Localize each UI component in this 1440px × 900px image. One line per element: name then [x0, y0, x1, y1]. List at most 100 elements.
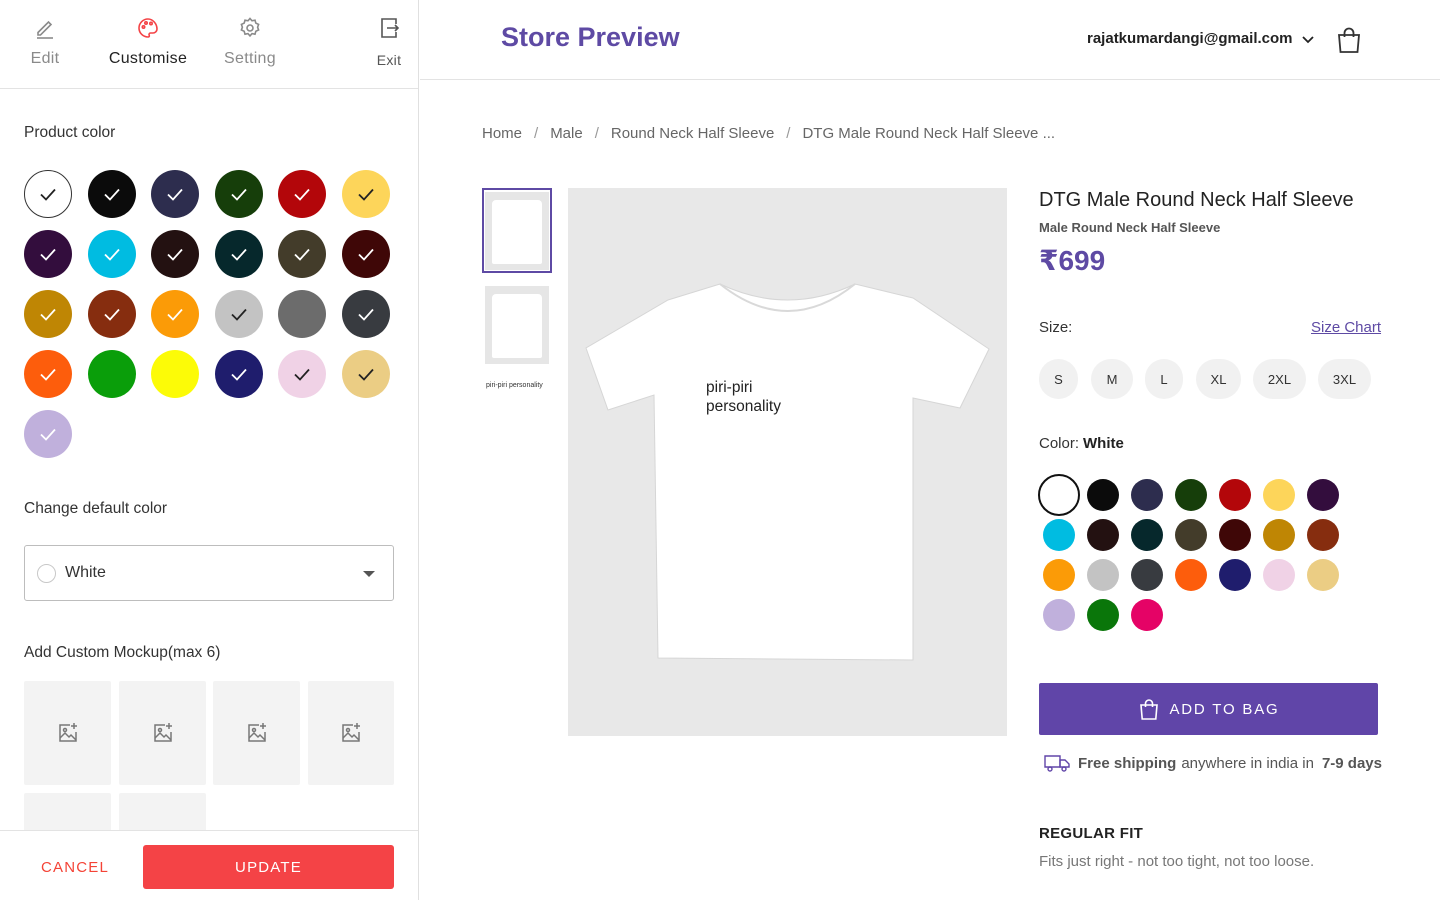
product-price: ₹699 — [1039, 245, 1106, 276]
color-option[interactable] — [1263, 519, 1295, 551]
size-option[interactable]: L — [1145, 359, 1183, 399]
add-to-bag-label: ADD TO BAG — [1169, 700, 1280, 718]
color-option[interactable] — [1307, 479, 1339, 511]
update-button[interactable]: UPDATE — [143, 845, 394, 889]
shipping-text: anywhere in india in — [1181, 754, 1314, 772]
chevron-down-icon — [1301, 35, 1314, 43]
tab-edit[interactable]: Edit — [27, 16, 63, 68]
size-label: Size: — [1039, 319, 1073, 336]
mockup-upload-slot[interactable] — [213, 681, 300, 785]
breadcrumb-male[interactable]: Male — [550, 125, 583, 142]
breadcrumb-separator: / — [594, 125, 599, 142]
mockup-upload-slot[interactable] — [119, 793, 206, 830]
mockup-upload-slot[interactable] — [119, 681, 206, 785]
color-option[interactable] — [1087, 479, 1119, 511]
color-option[interactable] — [1219, 559, 1251, 591]
product-color-swatch[interactable] — [87, 350, 136, 398]
color-option[interactable] — [1219, 479, 1251, 511]
product-color-swatch[interactable] — [87, 230, 136, 278]
panel-tabs: Edit Customise Setting Exit — [0, 0, 418, 89]
product-color-swatch[interactable] — [151, 350, 199, 398]
color-option[interactable] — [1043, 559, 1075, 591]
product-color-title: Product color — [24, 124, 116, 141]
preview-header: Store Preview rajatkumardangi@gmail.com — [420, 0, 1440, 80]
color-option[interactable] — [1087, 519, 1119, 551]
size-option[interactable]: M — [1091, 359, 1133, 399]
product-color-swatch[interactable] — [24, 170, 72, 218]
gear-icon — [240, 17, 260, 38]
color-option[interactable] — [1175, 479, 1207, 511]
size-option[interactable]: S — [1039, 359, 1078, 399]
color-option[interactable] — [1131, 519, 1163, 551]
color-option[interactable] — [1175, 519, 1207, 551]
product-color-swatch[interactable] — [214, 350, 263, 398]
product-color-swatch[interactable] — [341, 170, 390, 218]
color-option[interactable] — [1263, 479, 1295, 511]
color-option[interactable] — [1131, 599, 1163, 631]
product-subtitle: Male Round Neck Half Sleeve — [1039, 220, 1221, 235]
product-color-swatch[interactable] — [24, 350, 72, 398]
product-color-swatch[interactable] — [151, 170, 199, 218]
color-label: Color: White — [1039, 435, 1124, 452]
product-color-swatch[interactable] — [214, 230, 263, 278]
color-option[interactable] — [1087, 559, 1119, 591]
color-option[interactable] — [1219, 519, 1251, 551]
product-color-swatch[interactable] — [278, 170, 326, 218]
color-option[interactable] — [1263, 559, 1295, 591]
account-menu[interactable]: rajatkumardangi@gmail.com — [1087, 30, 1315, 47]
color-option[interactable] — [1038, 474, 1080, 516]
check-icon — [357, 308, 374, 321]
product-color-swatch[interactable] — [278, 350, 326, 398]
product-color-swatch[interactable] — [341, 350, 390, 398]
default-color-select[interactable]: White — [24, 545, 394, 601]
product-color-swatch[interactable] — [214, 170, 263, 218]
size-chart-link[interactable]: Size Chart — [1311, 319, 1381, 336]
color-value: White — [1083, 435, 1124, 452]
product-color-swatch[interactable] — [214, 290, 263, 338]
mockup-upload-slot[interactable] — [24, 681, 111, 785]
product-color-swatch[interactable] — [341, 230, 390, 278]
tab-setting[interactable]: Setting — [218, 16, 282, 68]
product-color-swatch[interactable] — [87, 290, 136, 338]
size-option[interactable]: XL — [1196, 359, 1241, 399]
exit-button[interactable]: Exit — [370, 16, 408, 68]
color-option[interactable] — [1043, 599, 1075, 631]
product-color-swatch[interactable] — [278, 230, 326, 278]
color-option[interactable] — [1307, 519, 1339, 551]
tab-customise[interactable]: Customise — [100, 16, 196, 68]
product-color-swatch[interactable] — [24, 290, 72, 338]
check-icon — [294, 188, 310, 201]
product-color-swatch[interactable] — [278, 290, 326, 338]
color-option[interactable] — [1307, 559, 1339, 591]
product-color-swatch[interactable] — [24, 410, 72, 458]
pencil-icon — [37, 20, 53, 39]
check-icon — [357, 248, 374, 261]
product-thumbnail[interactable] — [482, 188, 552, 273]
product-color-swatch[interactable] — [24, 230, 72, 278]
breadcrumb-category[interactable]: Round Neck Half Sleeve — [611, 125, 774, 142]
mockup-upload-slot[interactable] — [308, 681, 394, 785]
shipping-info: Free shipping anywhere in india in 7-9 d… — [1044, 753, 1382, 773]
product-color-swatch[interactable] — [341, 290, 390, 338]
design-thumbnail[interactable]: piri-piri personality — [486, 382, 543, 389]
product-color-swatch[interactable] — [151, 230, 199, 278]
color-option[interactable] — [1043, 519, 1075, 551]
product-thumbnail[interactable] — [482, 282, 552, 367]
tshirt-image — [585, 283, 990, 661]
add-to-bag-button[interactable]: ADD TO BAG — [1039, 683, 1378, 735]
color-option[interactable] — [1131, 559, 1163, 591]
cancel-button[interactable]: CANCEL — [24, 845, 126, 889]
color-label-text: Color: — [1039, 435, 1080, 452]
color-option[interactable] — [1087, 599, 1119, 631]
size-option[interactable]: 2XL — [1253, 359, 1306, 399]
shopping-bag-icon[interactable] — [1336, 26, 1362, 54]
product-color-swatch[interactable] — [87, 170, 136, 218]
mockup-upload-slot[interactable] — [24, 793, 111, 830]
breadcrumb-home[interactable]: Home — [482, 125, 522, 142]
size-option[interactable]: 3XL — [1318, 359, 1371, 399]
user-email: rajatkumardangi@gmail.com — [1087, 30, 1293, 47]
color-option[interactable] — [1131, 479, 1163, 511]
mockup-title: Add Custom Mockup(max 6) — [24, 644, 221, 661]
color-option[interactable] — [1175, 559, 1207, 591]
product-color-swatch[interactable] — [151, 290, 199, 338]
